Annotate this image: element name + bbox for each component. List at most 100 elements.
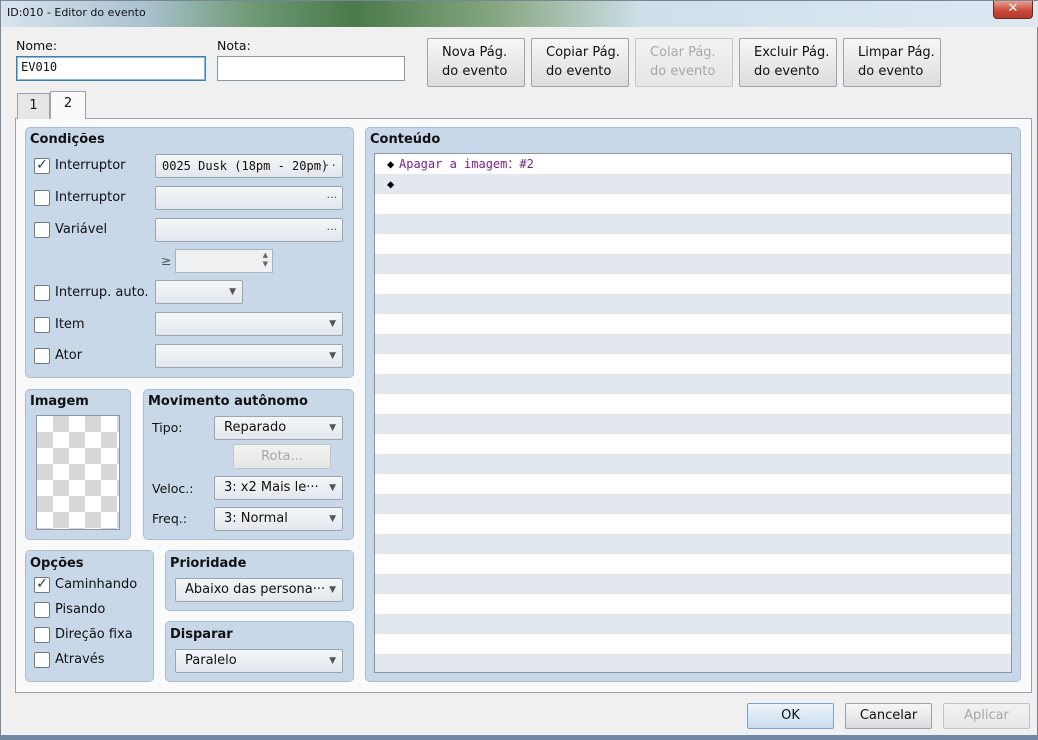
empty-row	[375, 554, 1011, 574]
close-icon[interactable]: ✕	[993, 1, 1033, 19]
event-editor-window: ID:010 - Editor do evento ✕ Nome: EV010 …	[0, 0, 1038, 740]
paste-page-button[interactable]: Colar Pág. do evento	[635, 38, 733, 87]
list-item[interactable]: ◆ Apagar a imagem：#2	[375, 154, 1011, 174]
switch1-selector[interactable]: 0025 Dusk (18pm - 20pm) ···	[155, 154, 343, 178]
empty-row	[375, 514, 1011, 534]
command-marker-icon: ◆	[387, 157, 395, 171]
walking-label: Caminhando	[55, 577, 138, 592]
copy-page-label-2: do evento	[546, 64, 612, 79]
movement-type-value: Reparado	[224, 420, 287, 435]
empty-row	[375, 254, 1011, 274]
tab-page-2[interactable]: 2	[50, 91, 86, 119]
priority-dropdown[interactable]: Abaixo das persona··· ▼	[175, 578, 343, 602]
clear-page-label-2: do evento	[858, 64, 924, 79]
item-label: Item	[55, 317, 85, 332]
switch2-dots: ···	[326, 191, 338, 204]
actor-label: Ator	[55, 348, 83, 363]
empty-row	[375, 274, 1011, 294]
event-image-preview[interactable]	[36, 415, 120, 530]
priority-title: Prioridade	[170, 556, 247, 571]
variable-checkbox[interactable]	[34, 222, 50, 238]
name-field[interactable]: EV010	[16, 56, 206, 81]
variable-value-stepper[interactable]: ▲ ▼	[175, 249, 273, 273]
actor-dropdown[interactable]: ▼	[155, 344, 343, 368]
chevron-down-icon: ▼	[329, 585, 336, 595]
chevron-down-icon: ▼	[329, 483, 336, 493]
movement-type-dropdown[interactable]: Reparado ▼	[214, 416, 343, 440]
delete-page-button[interactable]: Excluir Pág. do evento	[739, 38, 837, 87]
chevron-down-icon: ▼	[329, 351, 336, 361]
empty-row	[375, 494, 1011, 514]
chevron-down-icon: ▼	[329, 514, 336, 524]
switch2-label: Interruptor	[55, 190, 126, 205]
new-page-button[interactable]: Nova Pág. do evento	[427, 38, 525, 87]
empty-row	[375, 294, 1011, 314]
empty-row	[375, 194, 1011, 214]
paste-page-label-2: do evento	[650, 64, 716, 79]
through-checkbox[interactable]	[34, 652, 50, 668]
walking-checkbox[interactable]: ✓	[34, 577, 50, 593]
chevron-down-icon: ▼	[229, 287, 236, 297]
image-title: Imagem	[30, 394, 89, 409]
direction-fix-checkbox[interactable]	[34, 627, 50, 643]
copy-page-button[interactable]: Copiar Pág. do evento	[531, 38, 629, 87]
variable-selector[interactable]: ···	[155, 218, 343, 242]
stepper-arrows-icon[interactable]: ▲ ▼	[263, 251, 268, 269]
empty-row	[375, 234, 1011, 254]
switch2-selector[interactable]: ···	[155, 186, 343, 210]
clear-page-label-1: Limpar Pág.	[858, 45, 935, 60]
copy-page-label-1: Copiar Pág.	[546, 45, 620, 60]
empty-row	[375, 634, 1011, 654]
tab-page-1[interactable]: 1	[17, 93, 50, 119]
delete-page-label-1: Excluir Pág.	[754, 45, 830, 60]
switch1-checkbox[interactable]: ✓	[34, 158, 50, 174]
speed-dropdown[interactable]: 3: x2 Mais le··· ▼	[214, 476, 343, 500]
frequency-dropdown[interactable]: 3: Normal ▼	[214, 507, 343, 531]
empty-row	[375, 374, 1011, 394]
frequency-label: Freq.:	[152, 511, 187, 526]
trigger-title: Disparar	[170, 627, 233, 642]
priority-value: Abaixo das persona···	[185, 582, 326, 597]
route-button[interactable]: Rota...	[233, 444, 331, 469]
chevron-down-icon: ▼	[329, 656, 336, 666]
empty-row	[375, 394, 1011, 414]
command-marker-icon: ◆	[387, 177, 395, 191]
list-item[interactable]: ◆	[375, 174, 1011, 194]
apply-button[interactable]: Aplicar	[943, 703, 1030, 729]
trigger-value: Paralelo	[185, 653, 237, 668]
through-label: Através	[55, 652, 105, 667]
empty-row	[375, 594, 1011, 614]
item-dropdown[interactable]: ▼	[155, 312, 343, 336]
ok-button[interactable]: OK	[747, 703, 834, 729]
chevron-down-icon: ▼	[329, 423, 336, 433]
item-checkbox[interactable]	[34, 317, 50, 333]
stepping-checkbox[interactable]	[34, 602, 50, 618]
switch1-label: Interruptor	[55, 158, 126, 173]
self-switch-dropdown[interactable]: ▼	[155, 280, 243, 304]
switch2-checkbox[interactable]	[34, 190, 50, 206]
command-text: Apagar a imagem：#2	[399, 157, 534, 171]
cancel-button[interactable]: Cancelar	[845, 703, 932, 729]
empty-row	[375, 614, 1011, 634]
paste-page-label-1: Colar Pág.	[650, 45, 716, 60]
note-field[interactable]	[217, 56, 405, 81]
trigger-dropdown[interactable]: Paralelo ▼	[175, 649, 343, 673]
empty-row	[375, 354, 1011, 374]
self-switch-checkbox[interactable]	[34, 285, 50, 301]
actor-checkbox[interactable]	[34, 348, 50, 364]
variable-dots: ···	[326, 223, 338, 236]
command-list[interactable]: ◆ Apagar a imagem：#2 ◆	[374, 153, 1012, 673]
content-title: Conteúdo	[370, 132, 441, 147]
empty-row	[375, 334, 1011, 354]
empty-row	[375, 574, 1011, 594]
speed-label: Veloc.:	[152, 481, 194, 496]
empty-row	[375, 314, 1011, 334]
empty-row	[375, 474, 1011, 494]
options-title: Opções	[30, 556, 84, 571]
delete-page-label-2: do evento	[754, 64, 820, 79]
switch1-dots: ···	[317, 159, 337, 172]
window-title: ID:010 - Editor do evento	[7, 6, 146, 19]
clear-page-button[interactable]: Limpar Pág. do evento	[843, 38, 941, 87]
movement-title: Movimento autônomo	[148, 394, 308, 409]
empty-row	[375, 414, 1011, 434]
